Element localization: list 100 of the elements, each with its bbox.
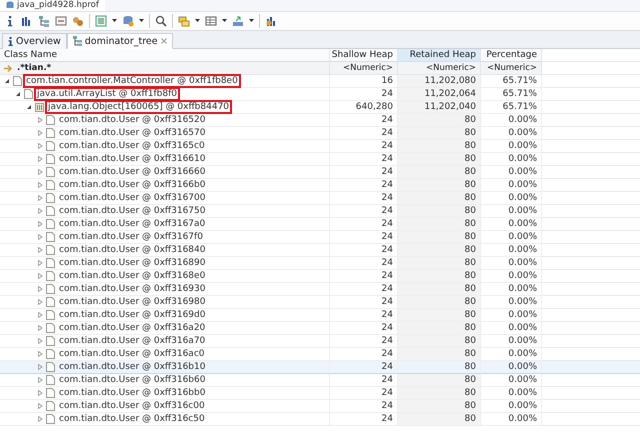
table-cell: 0.00% (481, 114, 542, 127)
table-cell: 24 (330, 374, 398, 387)
column-header[interactable]: Percentage (481, 49, 542, 62)
collapse-arrow-icon[interactable] (4, 78, 10, 84)
expand-arrow-icon[interactable] (37, 260, 43, 266)
table-cell: 0.00% (481, 283, 542, 296)
filter-icon (4, 64, 14, 72)
table-cell: 24 (330, 205, 398, 218)
export-icon[interactable] (232, 15, 244, 27)
table-cell: 80 (398, 166, 481, 179)
expand-arrow-icon[interactable] (37, 403, 43, 409)
table-cell: 24 (330, 387, 398, 400)
collapse-arrow-icon[interactable] (26, 104, 32, 110)
tree-row[interactable]: com.tian.dto.User @ 0xff316c50 (0, 413, 330, 426)
class-name: com.tian.dto.User @ 0xff3167f0 (58, 232, 204, 242)
editor-tab[interactable]: java_pid4928.hprof (0, 0, 105, 11)
view-tab[interactable]: dominator_tree (66, 33, 173, 49)
collapse-arrow-icon[interactable] (15, 91, 21, 97)
caret-icon[interactable] (222, 19, 227, 23)
table-cell: 24 (330, 127, 398, 140)
expand-arrow-icon[interactable] (37, 182, 43, 188)
bar-chart-icon[interactable] (21, 15, 33, 27)
tree-row[interactable]: com.tian.dto.User @ 0xff316b10 (0, 361, 330, 374)
table-cell: 0.00% (481, 270, 542, 283)
table-cell: 80 (398, 387, 481, 400)
expand-arrow-icon[interactable] (37, 221, 43, 227)
filter-cell[interactable]: .*tian.* (0, 62, 330, 75)
caret-icon[interactable] (249, 19, 254, 23)
expand-arrow-icon[interactable] (37, 351, 43, 357)
array-icon (35, 102, 44, 112)
expand-arrow-icon[interactable] (37, 312, 43, 318)
table-cell: 80 (398, 270, 481, 283)
caret-icon[interactable] (195, 19, 200, 23)
expand-arrow-icon[interactable] (37, 143, 43, 149)
gears-icon[interactable] (72, 15, 84, 27)
close-icon[interactable] (160, 38, 167, 44)
class-name: com.tian.dto.User @ 0xff316980 (58, 297, 206, 307)
table-cell: 11,202,064 (398, 88, 481, 101)
table-cell: 80 (398, 244, 481, 257)
table-cell: 24 (330, 114, 398, 127)
chart-icon[interactable] (265, 15, 277, 27)
expand-arrow-icon[interactable] (37, 130, 43, 136)
report-icon[interactable] (95, 15, 107, 27)
table-cell: 0.00% (481, 413, 542, 426)
table-cell: 0.00% (481, 348, 542, 361)
expand-arrow-icon[interactable] (37, 208, 43, 214)
database-icon (6, 1, 14, 9)
table-cell: 0.00% (481, 166, 542, 179)
expand-arrow-icon[interactable] (37, 390, 43, 396)
query-icon[interactable] (55, 15, 67, 27)
caret-icon[interactable] (112, 19, 117, 23)
column-header[interactable]: Class Name (0, 49, 330, 62)
table-cell: 80 (398, 361, 481, 374)
filter-cell[interactable]: <Numeric> (330, 62, 398, 75)
filter-cell[interactable]: <Numeric> (398, 62, 481, 75)
search-icon[interactable] (155, 15, 167, 27)
table-cell: 24 (330, 335, 398, 348)
table-cell: 0.00% (481, 140, 542, 153)
filter-cell[interactable]: <Numeric> (481, 62, 542, 75)
column-header[interactable]: Shallow Heap (330, 49, 398, 62)
expand-arrow-icon[interactable] (37, 416, 43, 422)
table-icon[interactable] (205, 15, 217, 27)
table-cell: 80 (398, 179, 481, 192)
expand-arrow-icon[interactable] (37, 234, 43, 240)
expand-arrow-icon[interactable] (37, 286, 43, 292)
expand-arrow-icon[interactable] (37, 325, 43, 331)
table-cell: 65.71% (481, 101, 542, 114)
table-cell: 24 (330, 296, 398, 309)
group-icon[interactable] (178, 15, 190, 27)
table-cell: 80 (398, 400, 481, 413)
table-cell: 24 (330, 166, 398, 179)
expand-arrow-icon[interactable] (37, 299, 43, 305)
caret-icon[interactable] (139, 19, 144, 23)
expand-arrow-icon[interactable] (37, 377, 43, 383)
table-cell: 80 (398, 257, 481, 270)
expand-arrow-icon[interactable] (37, 364, 43, 370)
tree-icon[interactable] (38, 15, 50, 27)
expand-arrow-icon[interactable] (37, 247, 43, 253)
expand-arrow-icon[interactable] (37, 117, 43, 123)
class-name: com.tian.dto.User @ 0xff316610 (58, 154, 206, 164)
table-cell: 640,280 (330, 101, 398, 114)
database-icon[interactable] (122, 15, 134, 27)
table-cell: 24 (330, 283, 398, 296)
table-cell: 80 (398, 153, 481, 166)
view-tab[interactable]: Overview (2, 33, 67, 49)
expand-arrow-icon[interactable] (37, 338, 43, 344)
class-name: com.tian.dto.User @ 0xff316c00 (58, 401, 206, 411)
table-cell: 0.00% (481, 153, 542, 166)
expand-arrow-icon[interactable] (37, 273, 43, 279)
table-cell: 65.71% (481, 88, 542, 101)
table-cell: 24 (330, 400, 398, 413)
class-name: com.tian.dto.User @ 0xff3167a0 (58, 219, 206, 229)
expand-arrow-icon[interactable] (37, 169, 43, 175)
tree-row[interactable]: java.util.ArrayList @ 0xff1fb8f0 (0, 88, 330, 101)
expand-arrow-icon[interactable] (37, 195, 43, 201)
column-header[interactable]: Retained Heap (398, 49, 481, 62)
class-name: java.util.ArrayList @ 0xff1fb8f0 (36, 89, 178, 99)
expand-arrow-icon[interactable] (37, 156, 43, 162)
class-name: com.tian.dto.User @ 0xff316700 (58, 193, 206, 203)
table-cell: 80 (398, 348, 481, 361)
